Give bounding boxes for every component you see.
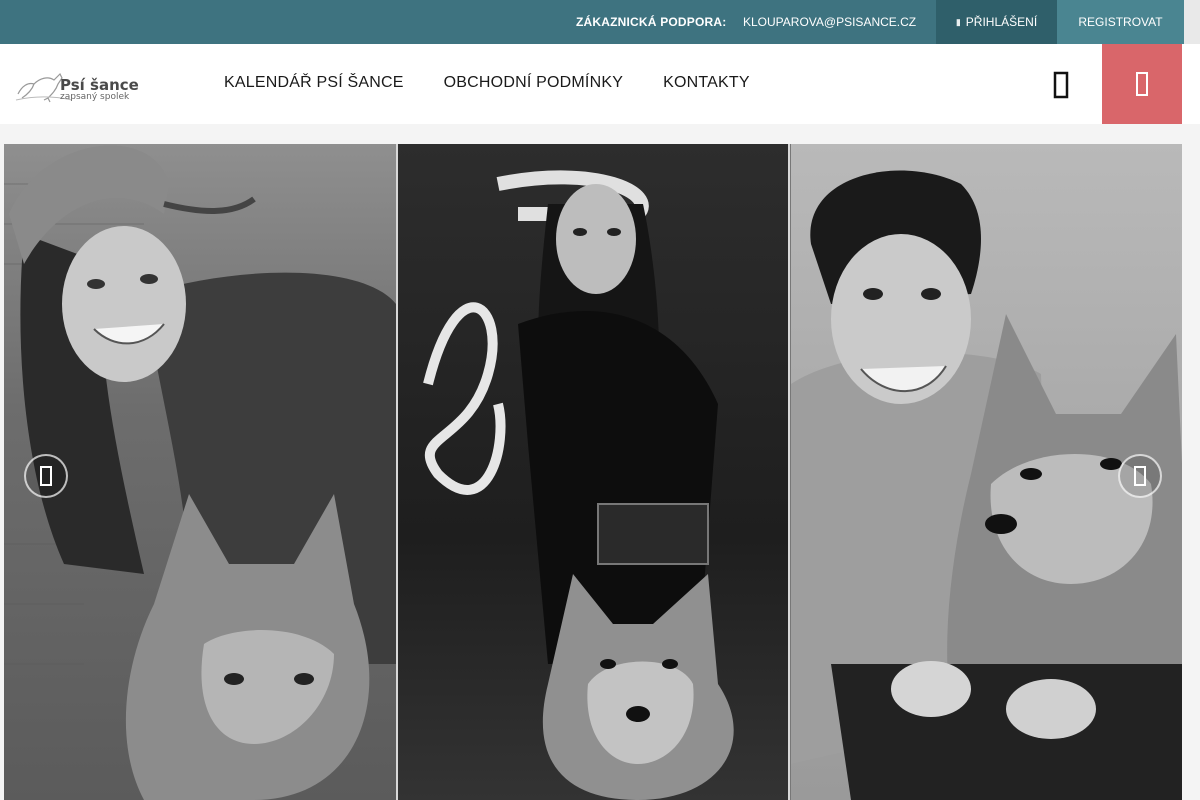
register-label: REGISTROVAT [1078,15,1163,29]
hero-slider [4,144,1182,800]
nav-item-calendar[interactable]: KALENDÁŘ PSÍ ŠANCE [224,74,404,92]
panel-divider [788,144,790,800]
login-button[interactable]: ▮ PŘIHLÁŠENÍ [936,0,1057,44]
slider-prev-button[interactable] [24,454,68,498]
hero-photo-woman-black [398,144,788,800]
chevron-right-icon [1134,466,1146,486]
nav-item-terms[interactable]: OBCHODNÍ PODMÍNKY [444,74,623,92]
slider-next-button[interactable] [1118,454,1162,498]
nav-item-contacts[interactable]: KONTAKTY [663,74,750,92]
chevron-left-icon [40,466,52,486]
site-header: Psí šance zapsaný spolek KALENDÁŘ PSÍ ŠA… [0,44,1200,124]
cart-icon [1136,72,1148,96]
cart-button[interactable] [1102,44,1182,124]
user-icon: ▮ [955,16,961,27]
support-label: ZÁKAZNICKÁ PODPORA: [576,15,727,29]
logo-subtitle: zapsaný spolek [60,92,130,102]
main-nav: KALENDÁŘ PSÍ ŠANCE OBCHODNÍ PODMÍNKY KON… [224,74,750,92]
register-button[interactable]: REGISTROVAT [1057,0,1184,44]
support-email-link[interactable]: KLOUPAROVA@PSISANCE.CZ [743,15,916,29]
top-bar: ZÁKAZNICKÁ PODPORA: KLOUPAROVA@PSISANCE.… [0,0,1200,44]
topbar-edge [1184,0,1200,44]
login-label: PŘIHLÁŠENÍ [965,15,1038,29]
search-icon[interactable] [1050,70,1072,100]
